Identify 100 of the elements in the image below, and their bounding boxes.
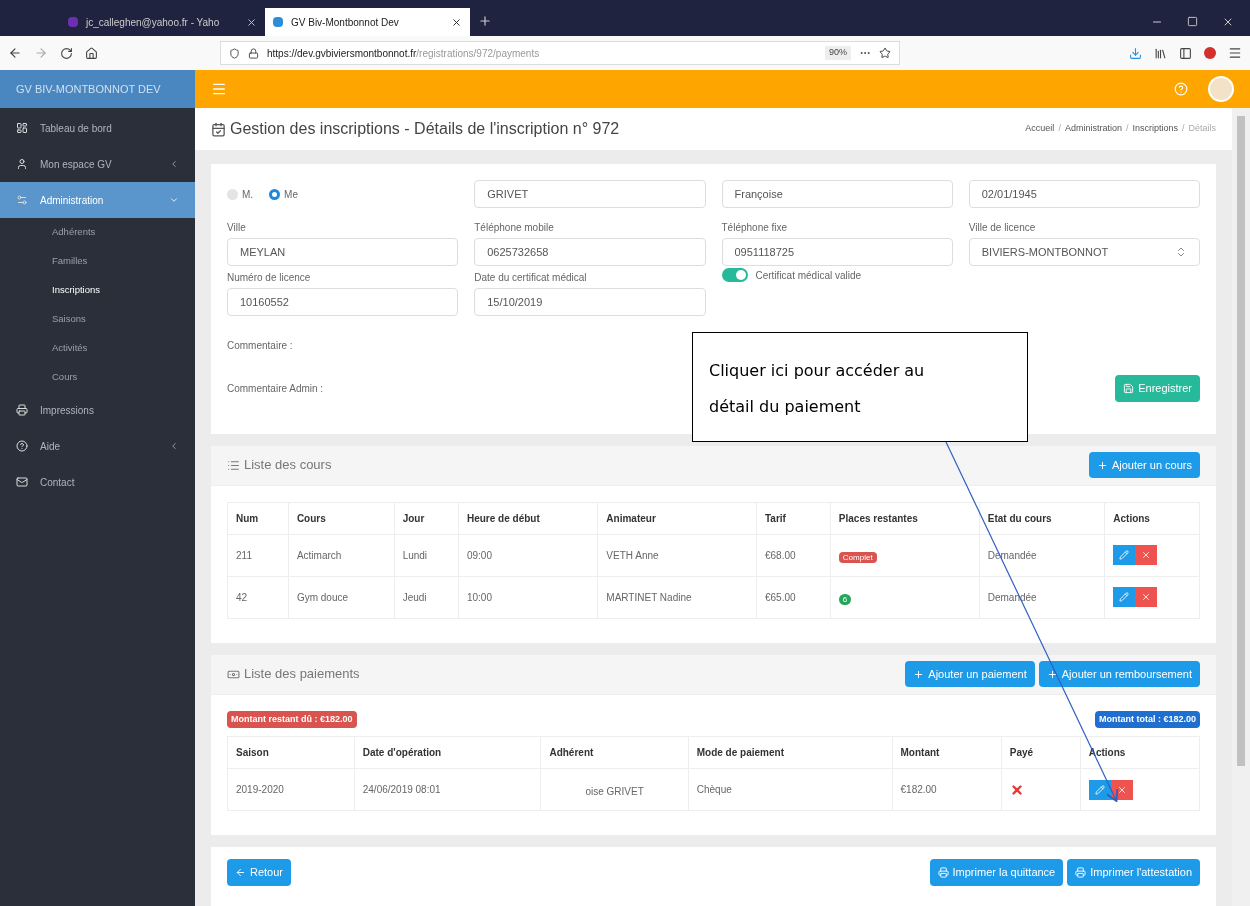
sidebar-item[interactable]: Mon espace GV xyxy=(0,146,195,182)
input-field[interactable]: 0625732658 xyxy=(474,238,706,266)
add-refund-icon xyxy=(1046,668,1058,680)
card-title: Liste des paiements xyxy=(244,665,360,684)
input-field[interactable]: 15/10/2019 xyxy=(474,288,706,316)
radio-label: M. xyxy=(242,187,254,202)
sidebar-icon[interactable] xyxy=(1179,46,1192,60)
list-icon xyxy=(227,458,240,472)
card-title: Liste des cours xyxy=(244,456,332,475)
print-icon xyxy=(16,404,28,416)
breadcrumb-link[interactable]: Administration xyxy=(1064,122,1122,136)
submenu-item[interactable]: Adhérents xyxy=(0,218,195,247)
column-header: Montant xyxy=(892,736,1002,769)
star-icon[interactable] xyxy=(879,47,891,59)
radio-button[interactable] xyxy=(227,188,238,200)
pencil-icon xyxy=(1119,592,1130,602)
home-icon[interactable] xyxy=(85,46,98,60)
table-cell: €68.00 xyxy=(756,534,831,576)
table-cell: 10:00 xyxy=(458,576,598,618)
column-header: Heure de début xyxy=(458,502,598,534)
address-field[interactable]: https://dev.gvbiviersmontbonnot.fr/registrations/972/payments 90% xyxy=(220,41,900,65)
close-icon[interactable] xyxy=(451,16,462,28)
table-cell: 24/06/2019 08:01 xyxy=(354,768,541,811)
shield-icon xyxy=(229,47,240,59)
table-cell: Actimarch xyxy=(288,534,395,576)
column-header: Date d'opération xyxy=(354,736,541,769)
input-field[interactable]: MEYLAN xyxy=(227,238,459,266)
table-cell: MARTINET Nadine xyxy=(597,576,757,618)
input-field[interactable]: Françoise xyxy=(721,180,953,208)
favicon-icon xyxy=(273,17,283,27)
column-header: Num xyxy=(227,502,289,534)
delete-button[interactable] xyxy=(1135,545,1158,565)
column-header: Tarif xyxy=(756,502,831,534)
download-icon[interactable] xyxy=(1129,46,1142,60)
toggle-label: Certificat médical valide xyxy=(755,269,862,283)
input-field[interactable]: 10160552 xyxy=(227,288,459,316)
submenu-item[interactable]: Activités xyxy=(0,334,195,363)
column-header: Places restantes xyxy=(830,502,980,534)
balance-badge: Montant restant dû : €182.00 xyxy=(227,710,357,728)
table-cell: Lundi xyxy=(394,534,459,576)
input-field[interactable]: GRIVET xyxy=(474,180,706,208)
submenu-item[interactable]: Cours xyxy=(0,363,195,392)
edit-button[interactable] xyxy=(1088,779,1111,800)
breadcrumb-separator: / xyxy=(1058,122,1061,136)
tab-title: GV Biv-Montbonnot Dev xyxy=(291,15,400,30)
submenu-item[interactable]: Familles xyxy=(0,247,195,276)
comment-label: Commentaire Admin : xyxy=(227,381,324,396)
breadcrumb-separator: / xyxy=(1125,122,1129,136)
url-text: https://dev.gvbiviersmontbonnot.fr/registrations/972/payments xyxy=(267,46,540,61)
add-course-icon xyxy=(1096,459,1108,471)
column-header: Actions xyxy=(1104,502,1200,534)
input-field[interactable]: 02/01/1945 xyxy=(968,180,1200,208)
browser-tab[interactable]: jc_calleghen@yahoo.fr - Yaho xyxy=(60,8,265,36)
add-payment-icon xyxy=(913,668,925,680)
submenu-item[interactable]: Inscriptions xyxy=(0,276,195,305)
library-icon[interactable] xyxy=(1154,46,1167,60)
delete-button[interactable] xyxy=(1135,587,1158,607)
column-header: Payé xyxy=(1001,736,1081,769)
calendar-icon xyxy=(211,121,226,137)
favicon-icon xyxy=(68,17,78,27)
pencil-icon xyxy=(1094,784,1105,795)
back-icon xyxy=(235,866,246,878)
browser-tab[interactable]: GV Biv-Montbonnot Dev xyxy=(265,8,470,36)
column-header: Cours xyxy=(288,502,395,534)
menu-icon[interactable] xyxy=(1228,46,1242,60)
radio-button[interactable] xyxy=(269,188,281,200)
reload-icon[interactable] xyxy=(60,46,73,60)
pencil-icon xyxy=(1119,550,1130,560)
close-icon xyxy=(1141,550,1152,560)
table-cell: oise GRIVET xyxy=(585,785,644,797)
back-icon[interactable] xyxy=(8,46,22,60)
comment-label: Commentaire : xyxy=(227,339,294,353)
lock-icon xyxy=(248,47,259,59)
sidebar-item[interactable]: Tableau de bord xyxy=(0,110,195,146)
table-cell: 09:00 xyxy=(458,534,598,576)
submenu-item[interactable]: Saisons xyxy=(0,305,195,334)
sidebar-item[interactable]: Aide xyxy=(0,428,195,464)
extension-icon[interactable] xyxy=(1204,47,1216,59)
column-header: Saison xyxy=(227,736,355,769)
breadcrumb-separator: / xyxy=(1181,122,1185,136)
save-icon xyxy=(1123,382,1135,394)
close-icon[interactable] xyxy=(246,16,257,28)
breadcrumb-link[interactable]: Inscriptions xyxy=(1132,122,1178,136)
breadcrumb-link[interactable]: Accueil xyxy=(1025,122,1055,136)
sidebar-item[interactable]: Contact xyxy=(0,464,195,500)
input-field[interactable]: 0951118725 xyxy=(721,238,953,266)
select-field[interactable]: BIVIERS-MONTBONNOT xyxy=(968,238,1200,266)
zoom-level[interactable]: 90% xyxy=(825,46,851,60)
mail-icon xyxy=(16,476,28,488)
close-icon[interactable] xyxy=(1222,16,1234,28)
table-cell: Jeudi xyxy=(394,576,459,618)
maximize-icon[interactable] xyxy=(1187,16,1198,27)
sidebar-item[interactable]: Impressions xyxy=(0,392,195,428)
column-header: Jour xyxy=(394,502,459,534)
field-label: Ville xyxy=(227,220,247,235)
table-cell: 211 xyxy=(227,534,289,576)
new-tab-icon[interactable] xyxy=(478,14,492,28)
table-cell: Gym douce xyxy=(288,576,395,618)
toggle-switch[interactable] xyxy=(721,268,748,282)
dashboard-icon xyxy=(16,122,28,134)
